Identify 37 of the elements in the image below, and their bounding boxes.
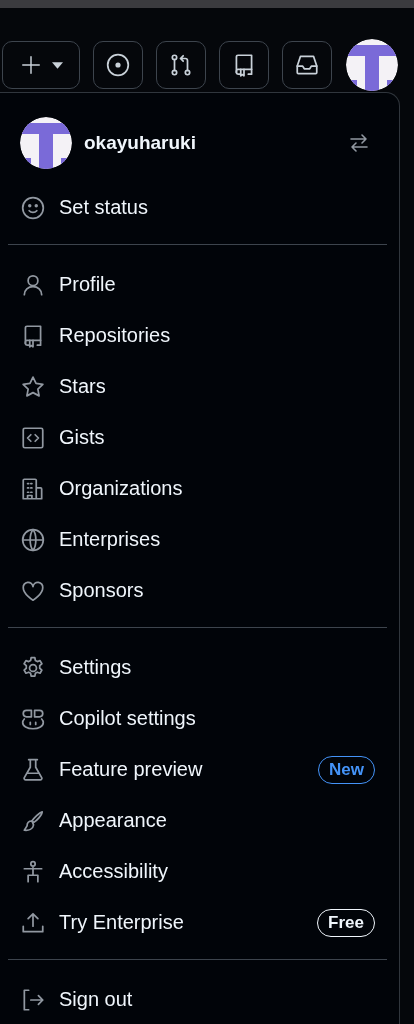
pull-request-icon xyxy=(168,52,194,78)
flask-icon xyxy=(20,756,46,783)
create-new-button[interactable] xyxy=(2,41,80,89)
menu-item[interactable]: Feature preview New xyxy=(8,744,387,795)
circle-dot-icon xyxy=(105,52,131,78)
menu-item[interactable]: Organizations xyxy=(8,463,387,514)
caret-icon xyxy=(51,61,63,69)
globe-icon xyxy=(20,526,46,553)
repositories-button[interactable] xyxy=(219,41,269,89)
star-icon xyxy=(20,373,46,400)
arrows-icon xyxy=(347,131,371,155)
menu-item[interactable]: Gists xyxy=(8,412,387,463)
plus-icon xyxy=(19,54,42,76)
menu-item[interactable]: Sign out xyxy=(8,974,387,1024)
avatar xyxy=(20,117,72,169)
menu-item[interactable]: Enterprises xyxy=(8,514,387,565)
sign-out-icon xyxy=(20,986,46,1013)
inbox-button[interactable] xyxy=(282,41,332,89)
pull-requests-button[interactable] xyxy=(156,41,206,89)
menu-item[interactable]: Accessibility xyxy=(8,846,387,897)
menu-item[interactable]: Set status xyxy=(8,182,387,233)
switch-account-button[interactable] xyxy=(347,131,371,155)
username: okayuharuki xyxy=(84,132,197,154)
issues-button[interactable] xyxy=(93,41,143,89)
menu-item[interactable]: Appearance xyxy=(8,795,387,846)
menu-item[interactable]: Stars xyxy=(8,361,387,412)
menu-item[interactable]: Sponsors xyxy=(8,565,387,616)
menu-item[interactable]: Copilot settings xyxy=(8,693,387,744)
menu-item[interactable]: Repositories xyxy=(8,310,387,361)
avatar[interactable] xyxy=(346,39,398,91)
code-square-icon xyxy=(20,424,46,451)
inbox-icon xyxy=(294,52,320,78)
menu-item[interactable]: Settings xyxy=(8,642,387,693)
menu-item[interactable]: Try Enterprise Free xyxy=(8,897,387,948)
building-icon xyxy=(20,475,46,502)
menu-item[interactable]: Profile xyxy=(8,259,387,310)
smiley-icon xyxy=(20,194,46,221)
